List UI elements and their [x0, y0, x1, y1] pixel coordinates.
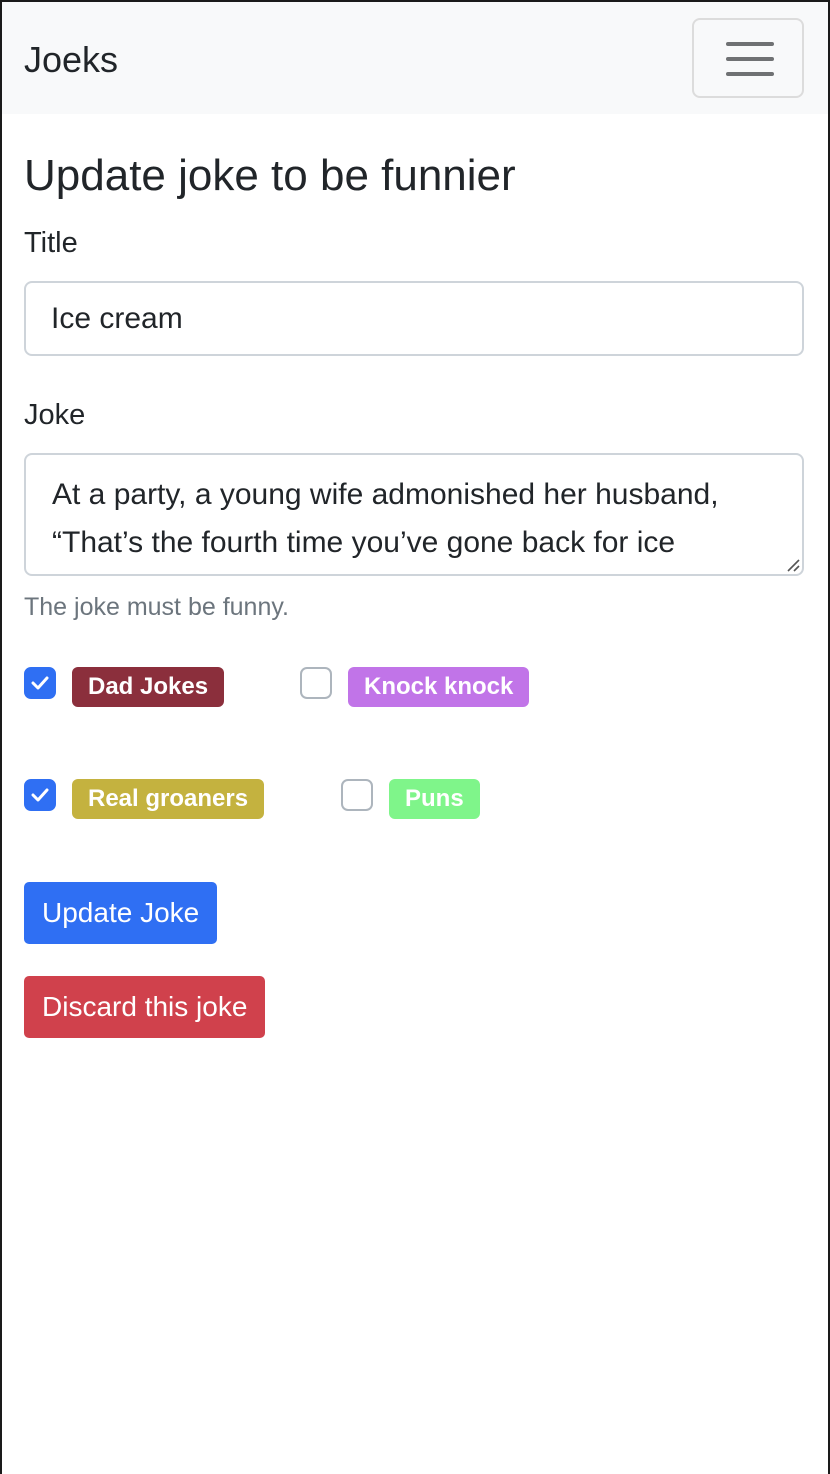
joke-label: Joke — [24, 399, 86, 431]
page-title: Update joke to be funnier — [24, 151, 516, 200]
checkmark-icon — [31, 788, 49, 802]
navbar-toggle-button[interactable] — [692, 18, 804, 98]
tag-badge-dad-jokes: Dad Jokes — [72, 667, 225, 707]
tag-checkbox-dad-jokes[interactable] — [24, 667, 56, 699]
title-label: Title — [24, 227, 78, 259]
tag-badge-puns: Puns — [389, 779, 480, 819]
update-joke-button[interactable]: Update Joke — [24, 882, 218, 944]
tag-checkbox-real-groaners[interactable] — [24, 779, 56, 811]
brand-link[interactable]: Joeks — [24, 40, 118, 80]
app-window: Joeks Update joke to be funnier Title Jo… — [0, 0, 830, 1474]
navbar: Joeks — [2, 2, 828, 114]
resize-handle-icon[interactable] — [786, 558, 800, 572]
joke-textarea[interactable]: At a party, a young wife admonished her … — [24, 453, 804, 576]
joke-help-text: The joke must be funny. — [24, 593, 289, 621]
tag-badge-real-groaners: Real groaners — [72, 779, 265, 819]
title-input[interactable] — [24, 281, 804, 356]
checkmark-icon — [31, 676, 49, 690]
tag-badge-knock-knock: Knock knock — [348, 667, 530, 707]
discard-joke-button[interactable]: Discard this joke — [24, 976, 266, 1038]
tag-checkbox-knock-knock[interactable] — [300, 667, 332, 699]
tag-checkbox-puns[interactable] — [341, 779, 373, 811]
hamburger-icon — [726, 42, 774, 46]
